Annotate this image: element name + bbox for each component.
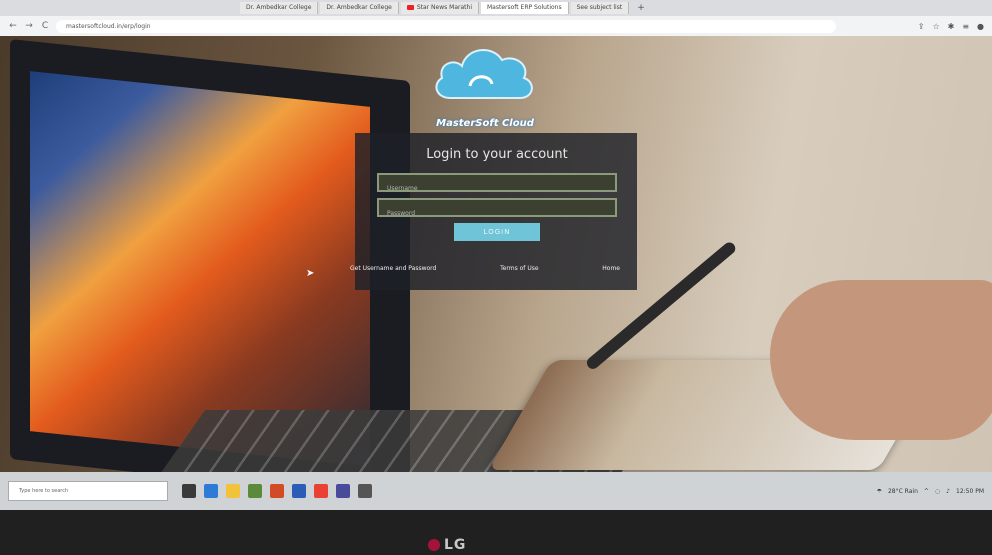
clock[interactable]: 12:50 PM — [956, 488, 984, 495]
store-icon[interactable] — [248, 484, 262, 498]
mail-icon[interactable] — [292, 484, 306, 498]
browser-tab-active[interactable]: Mastersoft ERP Solutions — [481, 2, 569, 14]
network-icon[interactable]: ◌ — [935, 488, 940, 495]
forward-icon[interactable]: → — [24, 21, 34, 31]
reload-icon[interactable]: C — [40, 21, 50, 31]
brand-name: MasterSoft Cloud — [436, 118, 534, 129]
task-view-icon[interactable] — [182, 484, 196, 498]
tab-label: See subject list — [576, 4, 623, 11]
chevron-up-icon[interactable]: ^ — [924, 488, 929, 495]
monitor-brand: LG — [444, 537, 467, 553]
username-field-wrapper — [377, 173, 617, 196]
youtube-icon — [406, 5, 414, 10]
chrome-icon[interactable] — [314, 484, 328, 498]
tab-label: Dr. Ambedkar College — [246, 4, 312, 11]
cloud-logo-icon — [435, 49, 533, 99]
tab-label: Dr. Ambedkar College — [326, 4, 392, 11]
taskbar-search-input[interactable]: Type here to search — [8, 481, 168, 501]
star-icon[interactable]: ☆ — [932, 22, 939, 31]
terms-of-use-link[interactable]: Terms of Use — [500, 265, 538, 272]
monitor-bezel — [0, 510, 992, 555]
get-credentials-link[interactable]: Get Username and Password — [350, 265, 436, 272]
edge-icon[interactable] — [204, 484, 218, 498]
weather-icon: ☂ — [876, 487, 882, 495]
brand-logo: MasterSoft Cloud — [430, 40, 540, 130]
password-field-wrapper — [377, 198, 617, 221]
office-icon[interactable] — [270, 484, 284, 498]
browser-tab-strip: Dr. Ambedkar College Dr. Ambedkar Colleg… — [0, 0, 992, 16]
browser-tab[interactable]: Dr. Ambedkar College — [240, 2, 319, 14]
volume-icon[interactable]: ♪ — [946, 488, 950, 495]
username-input[interactable] — [387, 181, 607, 196]
mouse-cursor-icon: ➤ — [306, 268, 315, 279]
home-link[interactable]: Home — [602, 265, 620, 272]
monitor-logo: LG — [428, 537, 466, 553]
back-icon[interactable]: ← — [8, 21, 18, 31]
weather-text[interactable]: 28°C Rain — [888, 488, 918, 495]
file-explorer-icon[interactable] — [226, 484, 240, 498]
password-input[interactable] — [387, 206, 607, 221]
taskbar-app-icons — [182, 484, 372, 498]
browser-tab[interactable]: Star News Marathi — [400, 2, 479, 14]
share-icon[interactable]: ⇪ — [918, 22, 925, 31]
address-bar[interactable]: mastersoftcloud.in/erp/login — [56, 19, 836, 33]
profile-icon[interactable]: ● — [977, 22, 984, 31]
windows-taskbar: Type here to search ☂ 28°C Rain ^ ◌ ♪ 12… — [0, 472, 992, 510]
login-title: Login to your account — [426, 147, 568, 162]
tab-label: Mastersoft ERP Solutions — [487, 4, 562, 11]
tab-label: Star News Marathi — [416, 4, 472, 11]
screen: Dr. Ambedkar College Dr. Ambedkar Colleg… — [0, 0, 992, 510]
reading-list-icon[interactable]: ≡ — [962, 22, 969, 31]
extensions-icon[interactable]: ✱ — [948, 22, 955, 31]
browser-tab[interactable]: Dr. Ambedkar College — [320, 2, 399, 14]
login-links: Get Username and Password Terms of Use H… — [350, 265, 620, 272]
system-tray: ☂ 28°C Rain ^ ◌ ♪ 12:50 PM — [877, 488, 984, 495]
app-icon[interactable] — [336, 484, 350, 498]
background-laptop-display — [30, 71, 370, 467]
background-hand — [770, 280, 992, 440]
settings-icon[interactable] — [358, 484, 372, 498]
new-tab-button[interactable]: + — [631, 3, 651, 13]
lg-logo-icon — [428, 539, 440, 551]
toolbar-icons: ⇪ ☆ ✱ ≡ ● — [918, 22, 984, 31]
login-panel: Login to your account LOGIN Get Username… — [350, 133, 637, 290]
browser-tab[interactable]: See subject list — [570, 2, 630, 14]
browser-toolbar: ← → C mastersoftcloud.in/erp/login ⇪ ☆ ✱… — [0, 16, 992, 36]
login-button[interactable]: LOGIN — [454, 223, 540, 241]
